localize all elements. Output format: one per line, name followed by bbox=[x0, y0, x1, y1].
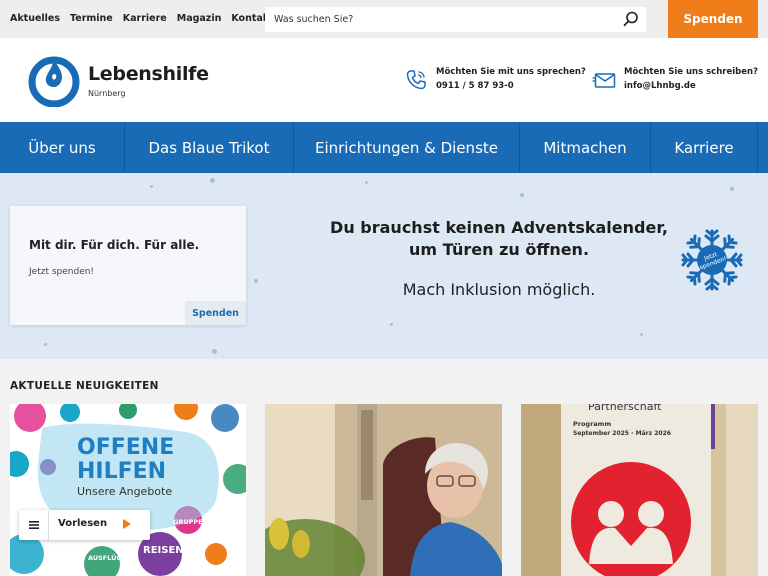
mail-icon bbox=[592, 73, 616, 88]
snowflake-dot bbox=[640, 333, 643, 336]
snowflake-dot bbox=[212, 349, 217, 354]
tile1-line1: OFFENE bbox=[77, 435, 174, 460]
read-aloud-widget: Vorlesen bbox=[19, 510, 150, 540]
partnerschaft-flyer-graphic: Partnerschaft Programm September 2025 - … bbox=[521, 404, 758, 576]
lebenshilfe-logo-icon bbox=[28, 56, 80, 107]
snowflake-dot bbox=[210, 178, 215, 183]
phone-number[interactable]: 0911 / 5 87 93-0 bbox=[436, 81, 514, 91]
top-utility-bar: Aktuelles Termine Karriere Magazin Konta… bbox=[0, 0, 768, 38]
offene-hilfen-graphic: OFFENE HILFEN Unsere Angebote GRUPPEN RE… bbox=[10, 404, 246, 576]
phone-label: Möchten Sie mit uns sprechen? bbox=[436, 67, 586, 77]
mail-address[interactable]: info@Lhnbg.de bbox=[624, 81, 696, 91]
snowflake-dot bbox=[730, 187, 734, 191]
news-tile-partnerschaft[interactable]: Partnerschaft Programm September 2025 - … bbox=[521, 404, 758, 576]
read-aloud-menu-button[interactable] bbox=[19, 510, 49, 540]
news-section: AKTUELLE NEUIGKEITEN OFFENE HILFEN Unser… bbox=[0, 359, 768, 576]
read-aloud-label[interactable]: Vorlesen bbox=[58, 518, 107, 529]
logo-name: Lebenshilfe bbox=[88, 63, 209, 85]
tile1-tag-trips: AUSFLÜGE bbox=[88, 553, 126, 562]
tile3-program-period: September 2025 - März 2026 bbox=[573, 430, 671, 437]
utility-link-karriere[interactable]: Karriere bbox=[123, 13, 167, 24]
tile3-heading: Partnerschaft bbox=[588, 404, 662, 413]
utility-link-termine[interactable]: Termine bbox=[70, 13, 113, 24]
nav-overflow bbox=[758, 122, 768, 173]
search-icon[interactable] bbox=[622, 10, 640, 28]
tile1-tag-groups: GRUPPEN bbox=[173, 518, 208, 526]
donation-card: Mit dir. Für dich. Für alle. Jetzt spend… bbox=[10, 206, 246, 325]
phone-contact[interactable]: Möchten Sie mit uns sprechen? 0911 / 5 8… bbox=[404, 66, 586, 96]
hero-banner: Mit dir. Für dich. Für alle. Jetzt spend… bbox=[0, 173, 768, 359]
donate-button[interactable]: Spenden bbox=[668, 0, 758, 38]
utility-nav: Aktuelles Termine Karriere Magazin Konta… bbox=[10, 13, 274, 24]
snowflake-dot bbox=[520, 193, 524, 197]
utility-link-magazin[interactable]: Magazin bbox=[177, 13, 222, 24]
donation-card-button[interactable]: Spenden bbox=[185, 301, 246, 325]
news-tile-offene-hilfen[interactable]: OFFENE HILFEN Unsere Angebote GRUPPEN RE… bbox=[10, 404, 246, 576]
hero-subline: Mach Inklusion möglich. bbox=[402, 280, 596, 299]
nav-item-das-blaue-trikot[interactable]: Das Blaue Trikot bbox=[125, 122, 294, 173]
mail-contact[interactable]: Möchten Sie uns schreiben? info@Lhnbg.de bbox=[592, 66, 762, 96]
search-box bbox=[265, 7, 646, 32]
snowflake-dot bbox=[390, 323, 393, 326]
phone-icon bbox=[406, 70, 426, 90]
hero-headline-line2: um Türen zu öffnen. bbox=[408, 240, 590, 259]
nav-item-ueber-uns[interactable]: Über uns bbox=[0, 122, 125, 173]
nav-item-mitmachen[interactable]: Mitmachen bbox=[520, 122, 651, 173]
tile1-line3: Unsere Angebote bbox=[77, 485, 172, 498]
search-input[interactable] bbox=[274, 12, 604, 27]
logo-city: Nürnberg bbox=[88, 89, 126, 98]
nav-item-karriere[interactable]: Karriere bbox=[651, 122, 758, 173]
logo[interactable]: Lebenshilfe Nürnberg bbox=[28, 55, 218, 107]
mail-label: Möchten Sie uns schreiben? bbox=[624, 67, 758, 77]
tile3-program-label: Programm bbox=[573, 420, 611, 428]
play-icon[interactable] bbox=[123, 519, 131, 529]
donation-card-text: Jetzt spenden! bbox=[29, 267, 95, 277]
donation-card-title: Mit dir. Für dich. Für alle. bbox=[29, 238, 200, 252]
utility-link-aktuelles[interactable]: Aktuelles bbox=[10, 13, 60, 24]
snowflake-donate-badge-icon[interactable]: Jetzt spenden! bbox=[680, 228, 744, 292]
snowflake-dot bbox=[365, 181, 368, 184]
hero-headline-line1: Du brauchst keinen Adventskalender, bbox=[330, 218, 668, 237]
senior-woman-photo bbox=[265, 404, 502, 576]
snowflake-dot bbox=[44, 343, 47, 346]
hamburger-menu-icon bbox=[28, 521, 39, 529]
nav-item-einrichtungen-dienste[interactable]: Einrichtungen & Dienste bbox=[294, 122, 520, 173]
snowflake-dot bbox=[254, 279, 258, 283]
news-section-title: AKTUELLE NEUIGKEITEN bbox=[10, 380, 159, 392]
main-navigation: Über uns Das Blaue Trikot Einrichtungen … bbox=[0, 122, 768, 173]
site-header: Lebenshilfe Nürnberg Möchten Sie mit uns… bbox=[0, 38, 768, 122]
snowflake-dot bbox=[150, 185, 153, 188]
tile1-line2: HILFEN bbox=[77, 459, 166, 484]
tile1-tag-travel: REISEN bbox=[143, 545, 184, 556]
news-tile-senior-photo[interactable] bbox=[265, 404, 502, 576]
